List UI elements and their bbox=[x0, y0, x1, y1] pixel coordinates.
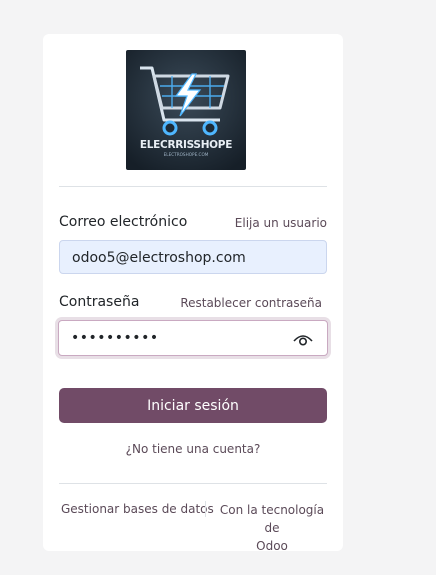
manage-databases-link[interactable]: Gestionar bases de datos bbox=[61, 502, 214, 516]
login-button[interactable]: Iniciar sesión bbox=[59, 388, 327, 423]
logo-sub-text: ELECTROSHOPE.COM bbox=[164, 152, 209, 157]
password-mask: •••••••••• bbox=[71, 330, 159, 346]
reset-password-link[interactable]: Restablecer contraseña bbox=[180, 296, 322, 310]
login-card: ELECRRISSHOPE ELECTROSHOPE.COM Correo el… bbox=[43, 34, 343, 553]
divider-top bbox=[59, 186, 327, 187]
email-label: Correo electrónico bbox=[59, 214, 188, 230]
password-field[interactable]: •••••••••• bbox=[58, 320, 328, 356]
eye-icon[interactable] bbox=[293, 332, 313, 351]
footer-separator bbox=[205, 501, 206, 517]
password-label: Contraseña bbox=[59, 294, 140, 310]
email-field[interactable]: odoo5@electroshop.com bbox=[59, 240, 327, 274]
divider-bottom bbox=[59, 483, 327, 484]
logo-brand-text: ELECRRISSHOPE bbox=[140, 139, 232, 151]
powered-by-line2: Odoo bbox=[256, 539, 288, 553]
powered-by-odoo-link[interactable]: Con la tecnología de Odoo bbox=[213, 501, 331, 555]
select-user-link[interactable]: Elija un usuario bbox=[235, 216, 327, 230]
powered-by-line1: Con la tecnología de bbox=[219, 503, 325, 535]
signup-link[interactable]: ¿No tiene una cuenta? bbox=[43, 442, 343, 456]
company-logo: ELECRRISSHOPE ELECTROSHOPE.COM bbox=[126, 50, 246, 170]
email-value: odoo5@electroshop.com bbox=[72, 250, 246, 266]
